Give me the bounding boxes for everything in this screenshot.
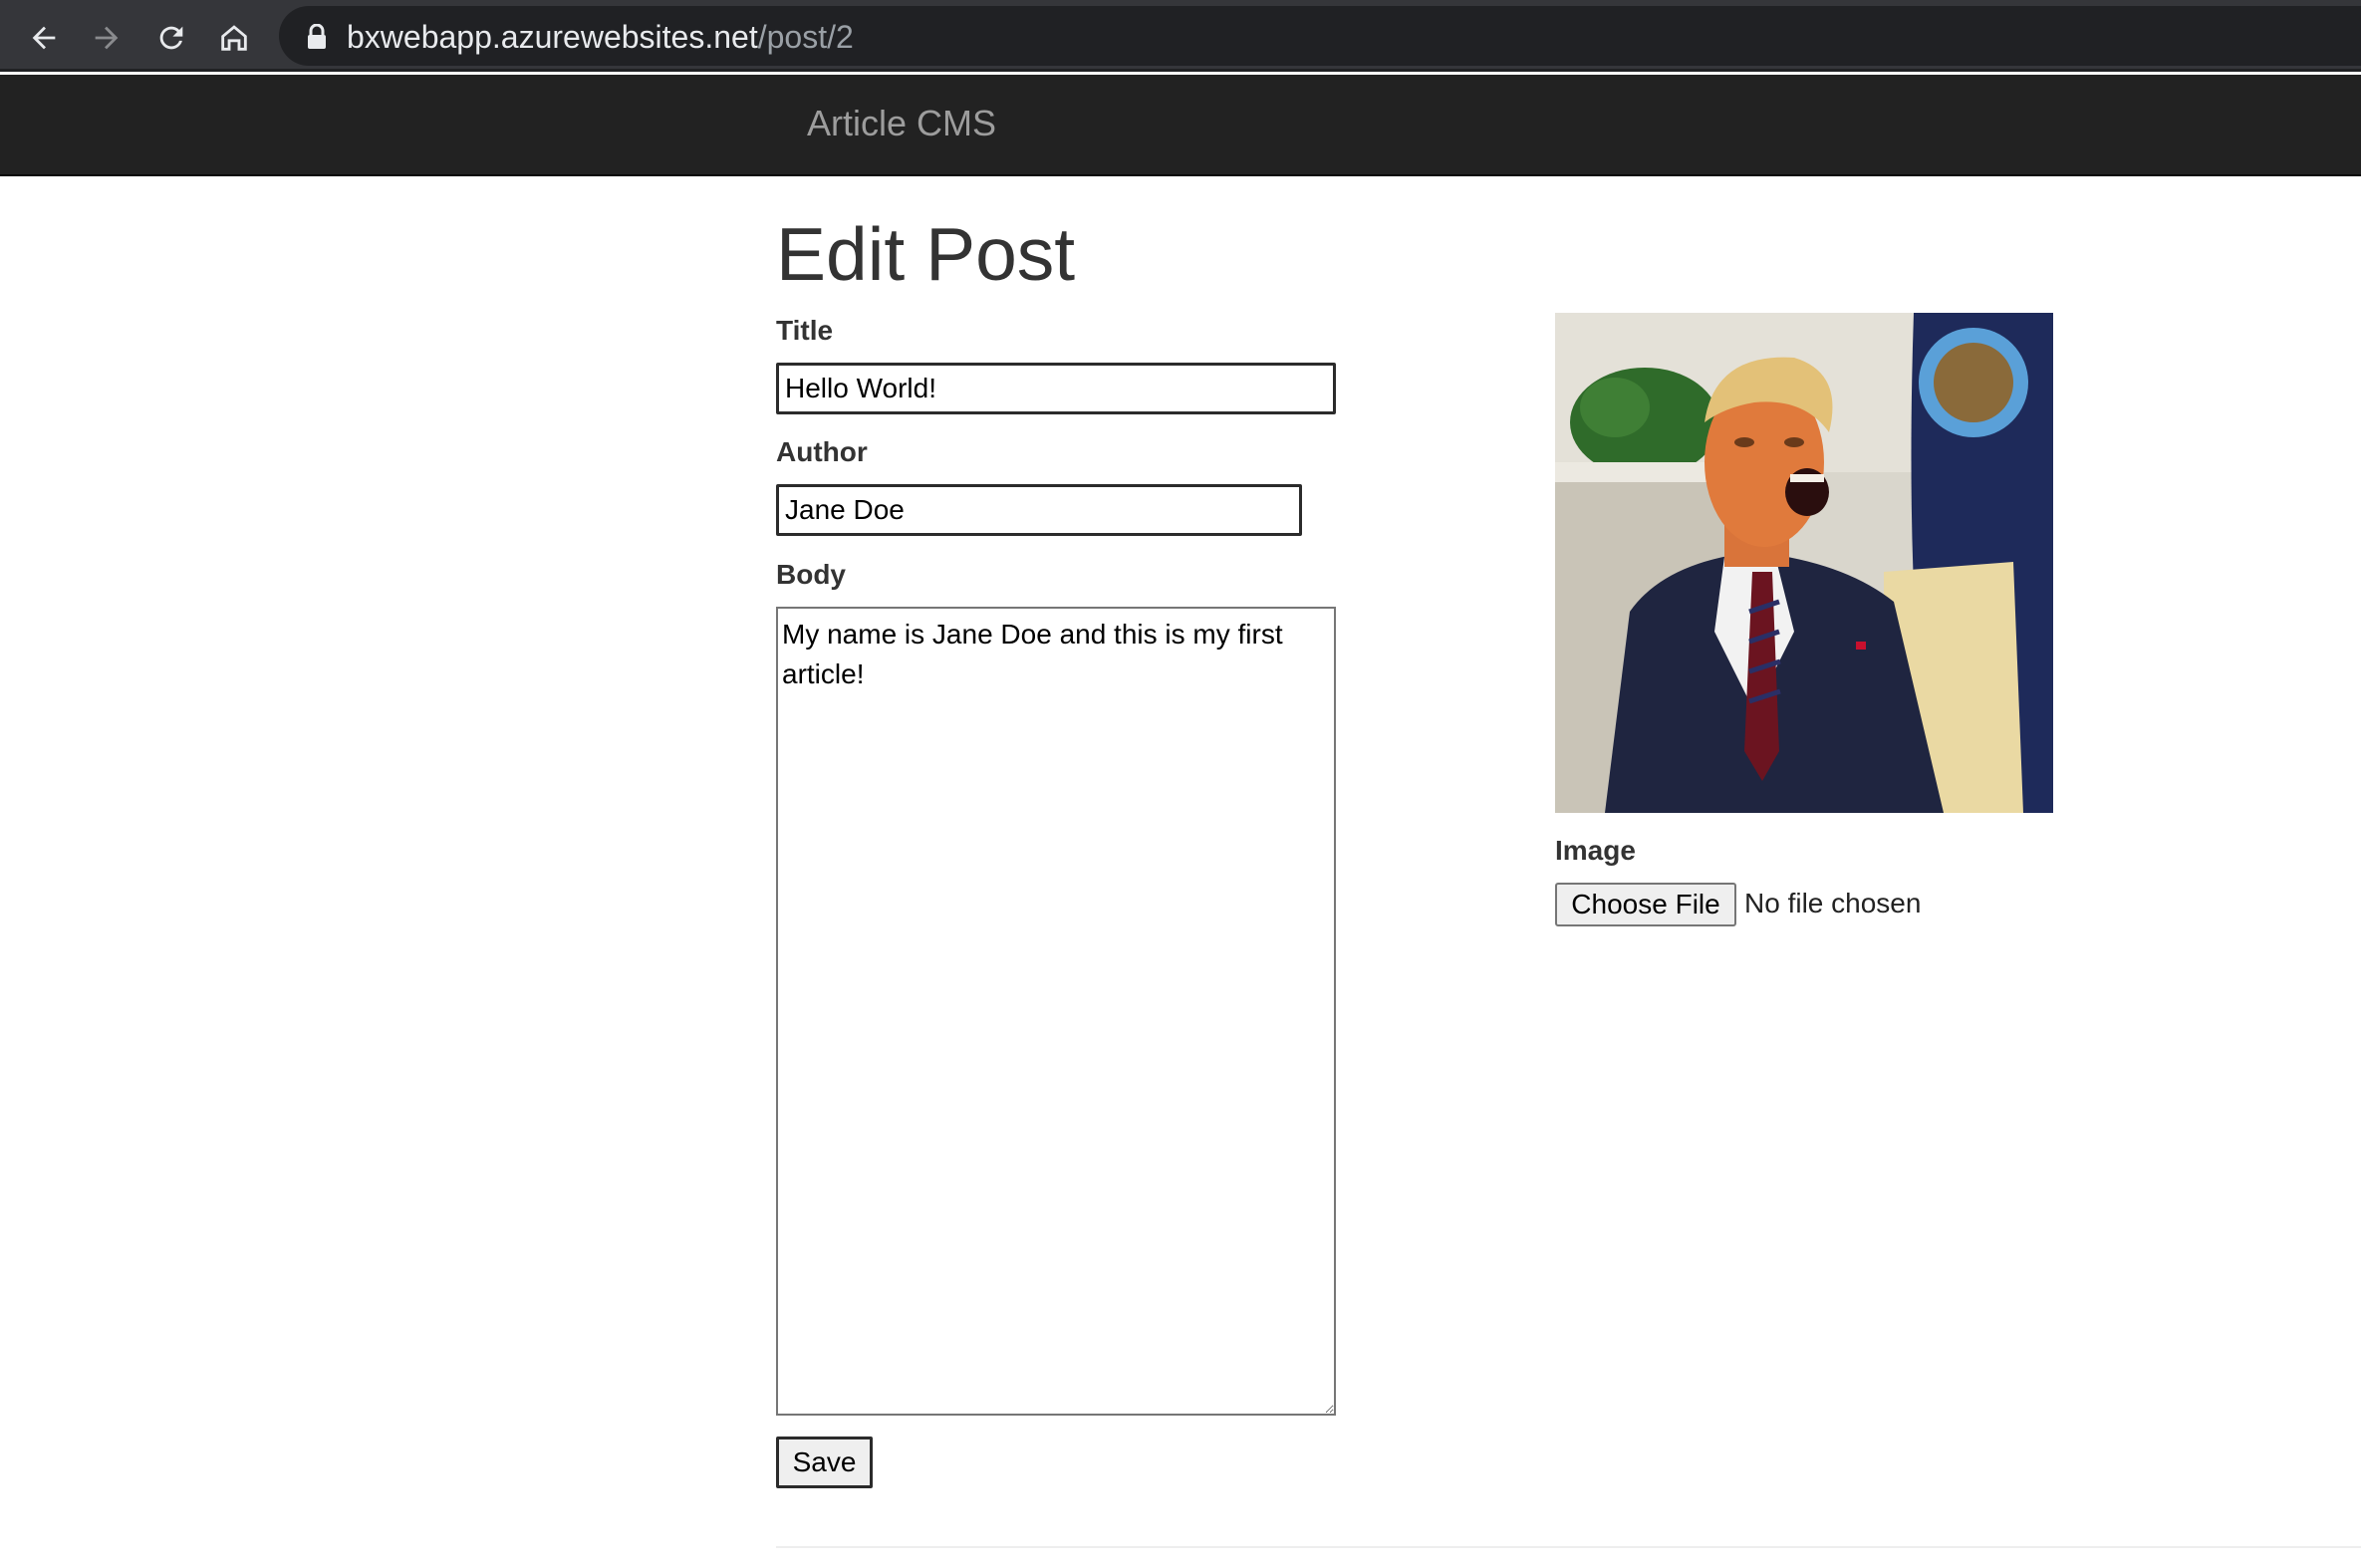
body-textarea[interactable]: My name is Jane Doe and this is my first… <box>776 607 1336 1416</box>
back-button[interactable] <box>22 16 66 60</box>
choose-file-button[interactable]: Choose File <box>1555 883 1736 926</box>
body-label: Body <box>776 559 846 590</box>
save-button[interactable]: Save <box>776 1437 873 1488</box>
footer-divider <box>776 1546 2361 1548</box>
url-text: bxwebapp.azurewebsites.net/post/2 <box>347 19 854 55</box>
browser-toolbar: bxwebapp.azurewebsites.net/post/2 <box>0 0 2361 72</box>
arrow-right-icon <box>95 26 119 50</box>
file-status-text: No file chosen <box>1744 888 1922 918</box>
reload-button[interactable] <box>149 16 193 60</box>
lock-icon <box>308 24 326 49</box>
title-input[interactable] <box>776 363 1336 414</box>
author-input[interactable] <box>776 484 1302 536</box>
url-host: bxwebapp.azurewebsites.net <box>347 19 758 55</box>
forward-button[interactable] <box>85 16 129 60</box>
brand-link[interactable]: Article CMS <box>807 103 996 144</box>
image-label: Image <box>1555 835 1636 866</box>
address-bar[interactable]: bxwebapp.azurewebsites.net/post/2 <box>279 6 2361 66</box>
author-label: Author <box>776 436 868 467</box>
post-image <box>1555 313 2053 813</box>
reload-icon <box>159 26 183 50</box>
app-navbar: Article CMS <box>0 75 2361 176</box>
home-icon <box>221 25 247 51</box>
url-path: /post/2 <box>757 19 854 55</box>
post-photo <box>1555 313 2053 813</box>
home-button[interactable] <box>212 16 256 60</box>
page-title: Edit Post <box>776 212 1076 296</box>
arrow-left-icon <box>32 26 56 50</box>
title-label: Title <box>776 315 834 346</box>
